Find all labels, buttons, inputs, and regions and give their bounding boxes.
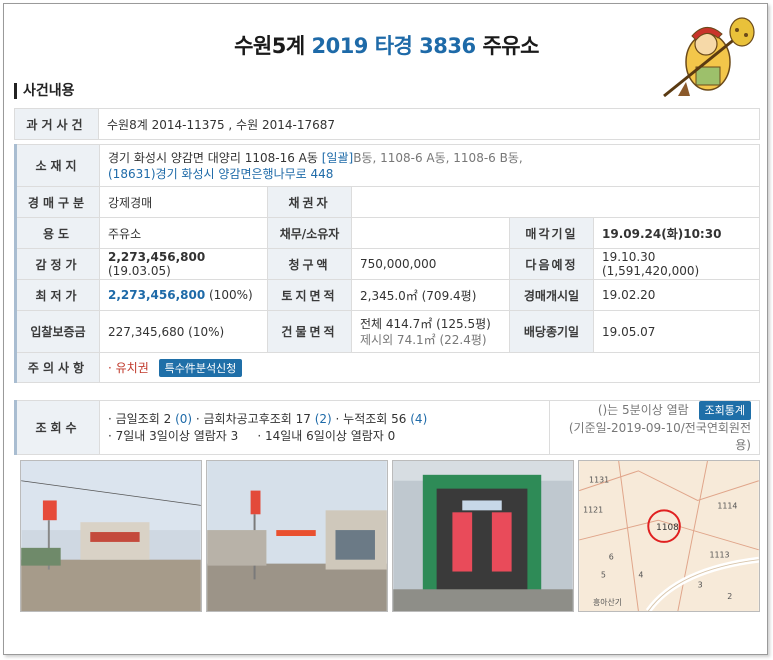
views-total: · 누적조회 56 [331, 411, 411, 426]
min-price-percent: (100%) [209, 288, 253, 302]
photo-car-wash[interactable] [392, 460, 574, 612]
bulk-addresses: B동, 1108-6 A동, 1108-6 B동, [353, 150, 523, 165]
appraisal-label: 감정가 [14, 248, 100, 280]
past-case-value: 수원8계 2014-11375 , 수원 2014-17687 [98, 108, 760, 140]
views-total-count: (4) [410, 411, 428, 426]
case-number: 2019 타경 3836 [311, 34, 476, 58]
creditor-value [351, 186, 760, 218]
section-heading: 사건내용 [14, 83, 75, 99]
min-price-label: 최저가 [14, 279, 100, 311]
min-price-value: 2,273,456,800 [108, 288, 206, 302]
page-title: 수원5계 2019 타경 3836 주유소 [4, 30, 769, 60]
map-label-2: 2 [727, 592, 732, 601]
auction-panel: 수원5계 2019 타경 3836 주유소 사건내용 과거사건 수원8계 201… [3, 3, 768, 655]
map-label-1121: 1121 [583, 505, 603, 514]
map-label-6: 6 [609, 553, 614, 562]
court-name: 수원5계 [234, 34, 305, 58]
map-label-3: 3 [698, 580, 703, 589]
map-label-1114: 1114 [717, 501, 737, 510]
past-case-label: 과거사건 [14, 108, 99, 140]
auction-type-value: 강제경매 [99, 186, 268, 218]
views-table: 조회수 · 금일조회 2 (0) · 금회차공고후조회 17 (2) · 누적조… [14, 400, 760, 455]
notice-label: 주의사항 [14, 352, 100, 383]
auction-type-label: 경매구분 [14, 186, 100, 218]
bulk-link[interactable]: [일괄] [322, 151, 353, 165]
property-type: 주유소 [482, 34, 539, 58]
photo-street-view[interactable] [20, 460, 202, 612]
start-date-label: 경매개시일 [509, 279, 594, 311]
start-date-value: 19.02.20 [593, 279, 760, 311]
map-label-company: 흥아산기 [593, 597, 622, 607]
map-label-1131: 1131 [589, 476, 609, 485]
debtor-value [351, 217, 510, 249]
location-address: 경기 화성시 양감면 대양리 1108-16 A동 [108, 150, 318, 165]
usage-value: 주유소 [99, 217, 268, 249]
dividend-date-label: 배당종기일 [509, 310, 594, 353]
road-address: (18631)경기 화성시 양감면은행나무로 448 [108, 166, 334, 181]
location-label: 소재지 [14, 144, 100, 187]
next-plan-label: 다음예정 [509, 248, 594, 280]
lien-notice: · 유치권 [108, 360, 149, 375]
views-since-notice-count: (2) [314, 411, 332, 426]
map-label-4: 4 [638, 570, 643, 579]
sale-date-value: 19.09.24(화)10:30 [593, 217, 760, 249]
views-today-count: (0) [175, 411, 193, 426]
usage-label: 용도 [14, 217, 100, 249]
land-area-value: 2,345.0㎡ (709.4평) [351, 279, 510, 311]
map-label-5: 5 [601, 570, 606, 579]
building-area-label: 건물면적 [267, 310, 352, 353]
sale-date-label: 매각기일 [509, 217, 594, 249]
views-label: 조회수 [14, 400, 100, 455]
claim-label: 청구액 [267, 248, 352, 280]
views-since-notice: · 금회차공고후조회 17 [192, 411, 315, 426]
debtor-label: 채무/소유자 [267, 217, 352, 249]
map-label-1108: 1108 [656, 523, 679, 533]
photo-station-front[interactable] [206, 460, 388, 612]
map-label-1113: 1113 [709, 551, 729, 560]
claim-value: 750,000,000 [351, 248, 510, 280]
view-stats-button[interactable]: 조회통계 [698, 401, 751, 420]
appraisal-date: (19.03.05) [108, 264, 171, 278]
building-area-total: 전체 414.7㎡ (125.5평) [360, 316, 491, 331]
creditor-label: 채권자 [267, 186, 352, 218]
views-frequent-readers: · 7일내 3일이상 열람자 3 · 14일내 6일이상 열람자 0 [108, 428, 396, 443]
views-today: · 금일조회 2 [108, 411, 176, 426]
views-base-date: (기준일-2019-09-10/전국연회원전용) [568, 421, 751, 452]
photo-gallery: 1108 1114 1113 1121 1131 6 5 4 3 2 흥아산기 [20, 460, 760, 612]
deposit-label: 입찰보증금 [14, 310, 100, 353]
views-note: ()는 5분이상 열람 [597, 403, 689, 417]
special-analysis-button[interactable]: 특수件분석신청 [158, 358, 243, 377]
traveler-mascot-icon [663, 17, 755, 98]
property-info-table: 소재지 경기 화성시 양감면 대양리 1108-16 A동 [일괄]B동, 11… [14, 144, 760, 383]
appraisal-value: 2,273,456,800 [108, 250, 206, 264]
deposit-value: 227,345,680 (10%) [99, 310, 268, 353]
case-info-table: 과거사건 수원8계 2014-11375 , 수원 2014-17687 [14, 108, 760, 140]
dividend-date-value: 19.05.07 [593, 310, 760, 353]
location-map[interactable]: 1108 1114 1113 1121 1131 6 5 4 3 2 흥아산기 [578, 460, 760, 612]
land-area-label: 토지면적 [267, 279, 352, 311]
next-plan-value: 19.10.30 (1,591,420,000) [593, 248, 760, 280]
building-area-extra: 제시외 74.1㎡ (22.4평) [360, 332, 487, 347]
